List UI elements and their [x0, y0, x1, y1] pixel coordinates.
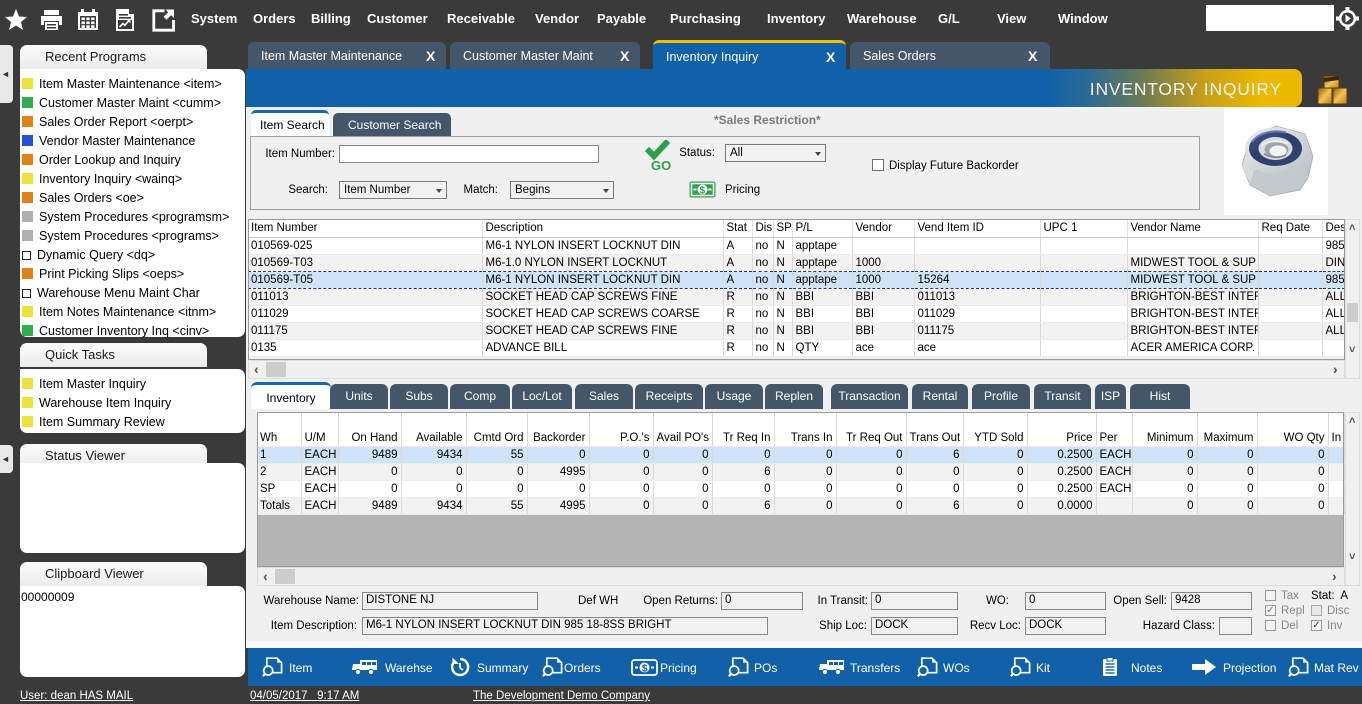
svg-text:GO: GO: [651, 158, 671, 172]
svg-text:$: $: [700, 186, 706, 197]
